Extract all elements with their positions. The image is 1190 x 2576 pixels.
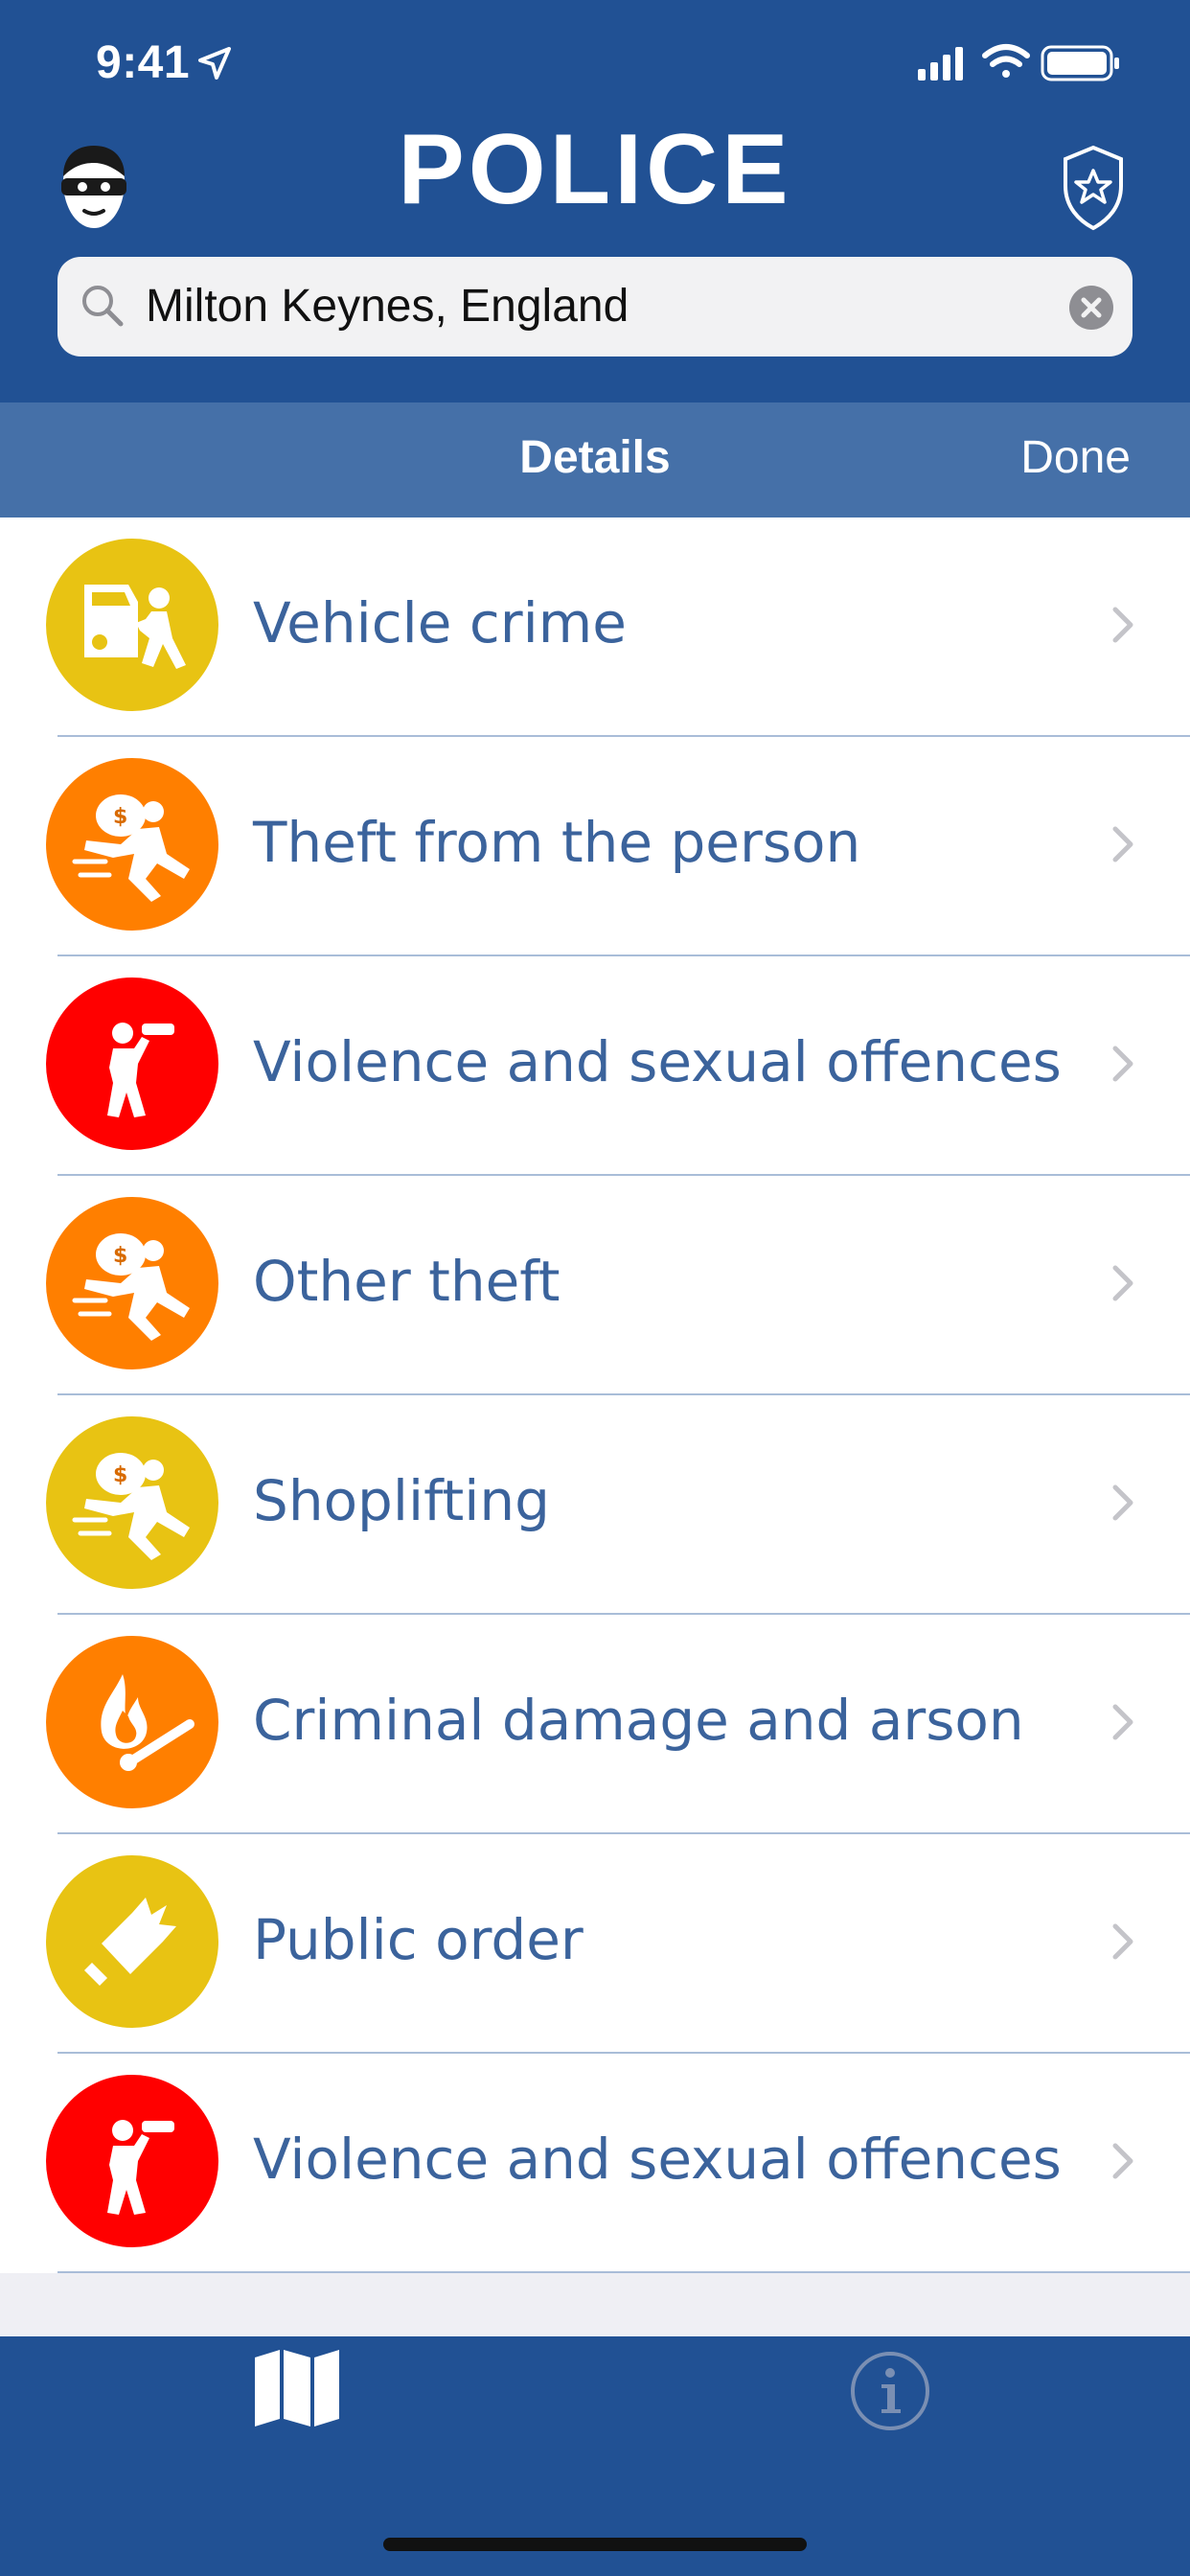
vehicle-crime-icon [46, 539, 218, 711]
details-navbar: Details Done [0, 402, 1190, 518]
list-item[interactable]: $ Theft from the person [0, 737, 1190, 956]
list-item[interactable]: $ Other theft [0, 1176, 1190, 1395]
nav-title: Details [519, 432, 671, 483]
thief-running-icon: $ [46, 758, 218, 931]
status-icons [918, 44, 1119, 81]
list-footer-spacer [0, 2273, 1190, 2336]
chevron-right-icon [1112, 1484, 1133, 1521]
robber-mask-icon[interactable] [57, 144, 130, 232]
chevron-right-icon [1112, 1046, 1133, 1082]
match-fire-icon [46, 1636, 218, 1808]
chevron-right-icon [1112, 607, 1133, 643]
svg-text:$: $ [113, 805, 127, 829]
list-item[interactable]: Violence and sexual offences [0, 2054, 1190, 2273]
list-item[interactable]: $ Shoplifting [0, 1395, 1190, 1615]
search-bar[interactable]: Milton Keynes, England [57, 257, 1133, 356]
chevron-right-icon [1112, 1704, 1133, 1740]
list-item-label: Violence and sexual offences [253, 1029, 1062, 1094]
list-item[interactable]: Violence and sexual offences [0, 956, 1190, 1176]
clear-search-icon[interactable] [1069, 286, 1113, 330]
status-time: 9:41 [96, 37, 191, 88]
list-item-label: Other theft [253, 1249, 561, 1314]
svg-text:$: $ [113, 1244, 127, 1268]
list-item[interactable]: Criminal damage and arson [0, 1615, 1190, 1834]
list-item-label: Public order [253, 1907, 584, 1972]
crime-list: Vehicle crime $ Theft from the person Viole… [0, 518, 1190, 2273]
search-icon [82, 286, 124, 327]
list-item-label: Vehicle crime [253, 590, 627, 656]
chevron-right-icon [1112, 826, 1133, 862]
battery-icon [1041, 45, 1119, 81]
svg-text:$: $ [113, 1463, 127, 1487]
thief-running-icon: $ [46, 1416, 218, 1589]
violence-icon [46, 2075, 218, 2247]
info-icon[interactable] [849, 2350, 931, 2432]
home-indicator [383, 2538, 807, 2551]
list-item[interactable]: Vehicle crime [0, 518, 1190, 737]
list-item[interactable]: Public order [0, 1834, 1190, 2054]
wifi-icon [982, 44, 1030, 78]
chevron-right-icon [1112, 1923, 1133, 1960]
violence-icon [46, 978, 218, 1150]
broken-bottle-icon [46, 1855, 218, 2028]
list-item-label: Shoplifting [253, 1468, 550, 1533]
chevron-right-icon [1112, 1265, 1133, 1301]
police-badge-icon[interactable] [1056, 144, 1131, 232]
signal-icon [918, 47, 963, 80]
list-item-label: Theft from the person [253, 810, 861, 875]
app-header: 9:41 POLICE Milton Keynes, England [0, 0, 1190, 402]
app-title: POLICE [398, 114, 792, 225]
done-button[interactable]: Done [1020, 431, 1131, 484]
list-item-label: Violence and sexual offences [253, 2127, 1062, 2192]
thief-running-icon: $ [46, 1197, 218, 1369]
chevron-right-icon [1112, 2143, 1133, 2179]
search-input[interactable]: Milton Keynes, England [146, 280, 629, 333]
location-arrow-icon [198, 47, 231, 80]
list-item-label: Criminal damage and arson [253, 1688, 1024, 1753]
map-icon[interactable] [251, 2348, 343, 2428]
